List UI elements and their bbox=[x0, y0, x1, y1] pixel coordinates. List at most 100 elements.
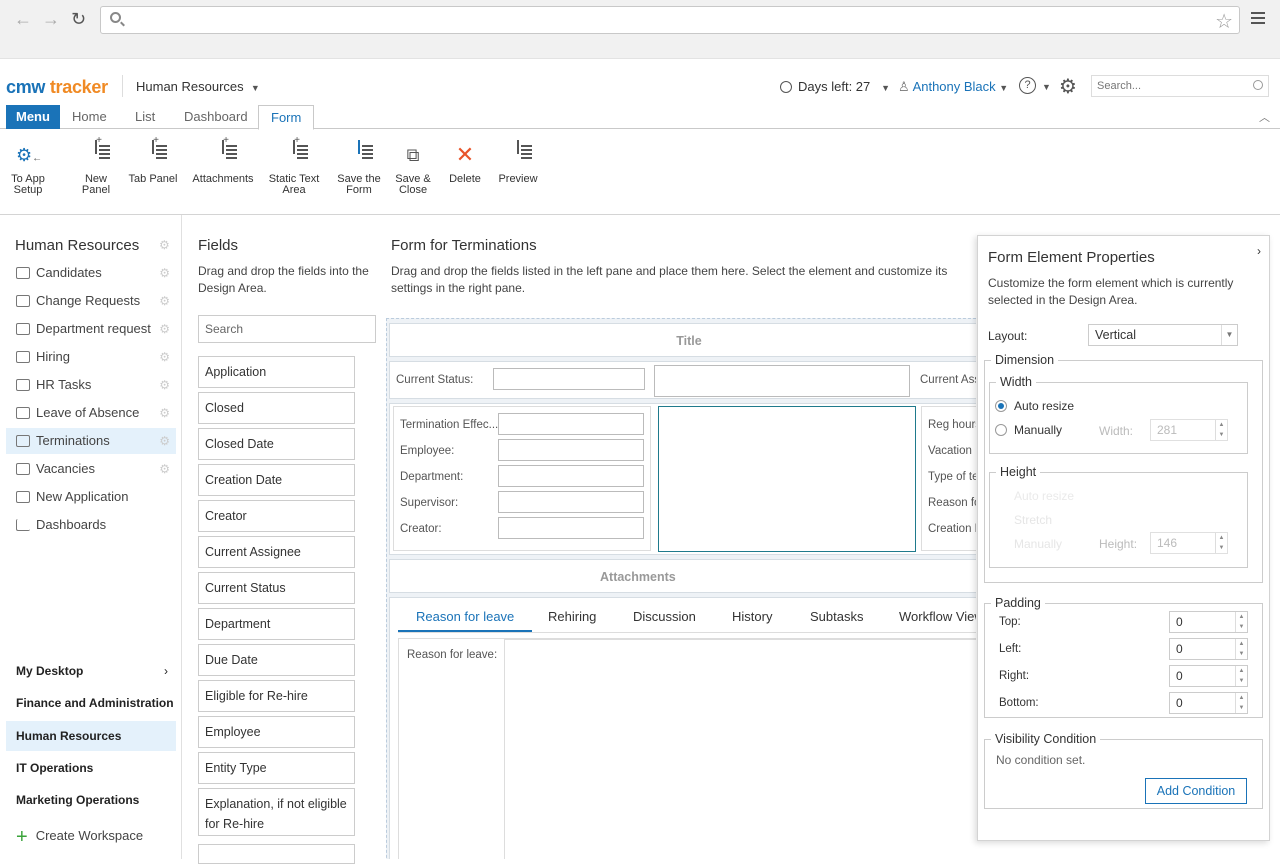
padding-bottom-input[interactable]: 0 ▲ ▼ bbox=[1169, 692, 1248, 714]
workspace-it-operations[interactable]: IT Operations bbox=[6, 753, 176, 783]
field-item[interactable]: Creator bbox=[198, 500, 355, 532]
stepper-icon[interactable]: ▲ ▼ bbox=[1215, 533, 1227, 553]
tab-rehiring[interactable]: Rehiring bbox=[548, 602, 596, 632]
field-input[interactable] bbox=[498, 439, 644, 461]
nav-item-terminations[interactable]: Terminations ⚙ bbox=[6, 428, 176, 454]
field-input[interactable] bbox=[498, 491, 644, 513]
left-column[interactable]: Termination Effec... Employee: Departmen… bbox=[393, 406, 651, 551]
tab-reason-for-leave[interactable]: Reason for leave bbox=[398, 602, 533, 632]
nav-item-department-request[interactable]: Department request ⚙ bbox=[6, 316, 176, 342]
new-panel-button[interactable]: + New Panel bbox=[74, 135, 118, 196]
stepper-icon[interactable]: ▲ ▼ bbox=[1235, 639, 1247, 659]
save-close-button[interactable]: ⧉ Save & Close bbox=[390, 142, 436, 196]
status-panel[interactable]: Current Status: Current Ass bbox=[389, 361, 976, 399]
height-input[interactable]: 146 ▲ ▼ bbox=[1150, 532, 1228, 554]
selected-element[interactable] bbox=[658, 406, 916, 552]
workspace-human-resources[interactable]: Human Resources bbox=[6, 721, 176, 751]
tab-list[interactable]: List bbox=[129, 105, 161, 129]
tab-workflow-view[interactable]: Workflow View bbox=[899, 602, 976, 632]
help-icon[interactable]: ? bbox=[1019, 77, 1036, 94]
workspace-my-desktop[interactable]: My Desktop › bbox=[6, 656, 176, 686]
bookmark-star-icon[interactable]: ☆ bbox=[1215, 9, 1233, 34]
field-item[interactable]: Due Date bbox=[198, 644, 355, 676]
save-form-button[interactable]: Save the Form bbox=[334, 140, 384, 196]
to-app-setup-button[interactable]: ⚙← To App Setup bbox=[6, 142, 50, 196]
form-canvas[interactable]: Title Current Status: Current Ass Termin… bbox=[386, 318, 976, 859]
nav-item-leave-of-absence[interactable]: Leave of Absence ⚙ bbox=[6, 400, 176, 426]
tab-panel-button[interactable]: + Tab Panel bbox=[126, 135, 180, 185]
reason-textarea[interactable] bbox=[504, 639, 976, 859]
field-item[interactable]: Closed Date bbox=[198, 428, 355, 460]
gear-icon[interactable]: ⚙ bbox=[159, 316, 170, 342]
workspace-marketing[interactable]: Marketing Operations bbox=[6, 785, 176, 815]
static-text-area-button[interactable]: + Static Text Area bbox=[266, 135, 322, 196]
gear-icon[interactable]: ⚙ bbox=[159, 288, 170, 314]
nav-item-vacancies[interactable]: Vacancies ⚙ bbox=[6, 456, 176, 482]
back-icon[interactable]: ← bbox=[14, 9, 32, 30]
reload-icon[interactable]: ↻ bbox=[71, 9, 86, 30]
field-input[interactable] bbox=[498, 465, 644, 487]
field-item[interactable]: Employee bbox=[198, 716, 355, 748]
padding-top-input[interactable]: 0 ▲ ▼ bbox=[1169, 611, 1248, 633]
tab-dashboard[interactable]: Dashboard bbox=[178, 105, 254, 129]
field-item[interactable]: Department bbox=[198, 608, 355, 640]
preview-button[interactable]: Preview bbox=[496, 140, 540, 185]
field-input[interactable] bbox=[498, 413, 644, 435]
nav-item-hr-tasks[interactable]: HR Tasks ⚙ bbox=[6, 372, 176, 398]
stepper-icon[interactable]: ▲ ▼ bbox=[1235, 612, 1247, 632]
nav-item-candidates[interactable]: Candidates ⚙ bbox=[6, 260, 176, 286]
help-chevron-icon[interactable]: ▼ bbox=[1042, 82, 1051, 92]
status-field-box[interactable] bbox=[654, 365, 910, 397]
gear-icon[interactable]: ⚙ bbox=[1059, 74, 1077, 99]
chevron-right-icon[interactable]: › bbox=[1257, 244, 1261, 258]
days-left[interactable]: Days left: 27 ▼ bbox=[780, 79, 890, 94]
nav-item-new-application[interactable]: New Application bbox=[6, 484, 176, 510]
gear-icon[interactable]: ⚙ bbox=[159, 344, 170, 370]
field-input[interactable] bbox=[498, 517, 644, 539]
field-item[interactable]: Current Assignee bbox=[198, 536, 355, 568]
tab-history[interactable]: History bbox=[732, 602, 772, 632]
auto-resize-radio[interactable] bbox=[995, 400, 1007, 412]
gear-icon[interactable]: ⚙ bbox=[159, 456, 170, 482]
create-workspace-button[interactable]: + Create Workspace bbox=[16, 826, 143, 849]
field-item[interactable]: Application bbox=[198, 356, 355, 388]
tab-home[interactable]: Home bbox=[66, 105, 113, 129]
reason-panel[interactable]: Reason for leave: bbox=[398, 638, 976, 859]
stepper-icon[interactable]: ▲ ▼ bbox=[1215, 420, 1227, 440]
collapse-ribbon-icon[interactable]: ︿ bbox=[1259, 109, 1270, 125]
gear-icon[interactable]: ⚙ bbox=[159, 428, 170, 454]
stepper-icon[interactable]: ▲ ▼ bbox=[1235, 666, 1247, 686]
manually-radio[interactable] bbox=[995, 424, 1007, 436]
field-item[interactable]: Explanation, if not eligible for Re-hire bbox=[198, 788, 355, 836]
tab-discussion[interactable]: Discussion bbox=[633, 602, 696, 632]
current-status-field[interactable] bbox=[493, 368, 645, 390]
gear-icon[interactable]: ⚙ bbox=[159, 400, 170, 426]
form-title-panel[interactable]: Title bbox=[389, 323, 976, 357]
stepper-icon[interactable]: ▲ ▼ bbox=[1235, 693, 1247, 713]
stretch-radio[interactable] bbox=[995, 514, 1007, 526]
nav-item-hiring[interactable]: Hiring ⚙ bbox=[6, 344, 176, 370]
padding-right-input[interactable]: 0 ▲ ▼ bbox=[1169, 665, 1248, 687]
user-menu[interactable]: ♙ Anthony Black ▼ bbox=[898, 79, 1008, 95]
nav-item-dashboards[interactable]: Dashboards bbox=[6, 512, 176, 538]
gear-icon[interactable]: ⚙ bbox=[159, 372, 170, 398]
layout-select[interactable]: Vertical ▼ bbox=[1088, 324, 1238, 346]
delete-button[interactable]: ✕ Delete bbox=[446, 142, 484, 185]
field-item[interactable]: Current Status bbox=[198, 572, 355, 604]
nav-item-change-requests[interactable]: Change Requests ⚙ bbox=[6, 288, 176, 314]
right-column[interactable]: Reg hours Vacation H Type of te Reason f… bbox=[921, 406, 976, 551]
fields-search-input[interactable]: Search bbox=[198, 315, 376, 343]
workspace-finance[interactable]: Finance and Administration bbox=[6, 688, 176, 718]
attachments-button[interactable]: + Attachments bbox=[188, 135, 258, 185]
forward-icon[interactable]: → bbox=[42, 9, 60, 30]
gear-icon[interactable]: ⚙ bbox=[159, 238, 170, 252]
gear-icon[interactable]: ⚙ bbox=[159, 260, 170, 286]
address-bar[interactable]: ☆ bbox=[100, 6, 1240, 34]
tab-subtasks[interactable]: Subtasks bbox=[810, 602, 863, 632]
tab-panel[interactable]: Reason for leave Rehiring Discussion His… bbox=[389, 597, 976, 859]
field-item[interactable]: Creation Date bbox=[198, 464, 355, 496]
global-search-input[interactable]: Search... bbox=[1091, 75, 1269, 97]
tab-menu[interactable]: Menu bbox=[6, 105, 60, 129]
field-item[interactable] bbox=[198, 844, 355, 864]
field-item[interactable]: Eligible for Re-hire bbox=[198, 680, 355, 712]
